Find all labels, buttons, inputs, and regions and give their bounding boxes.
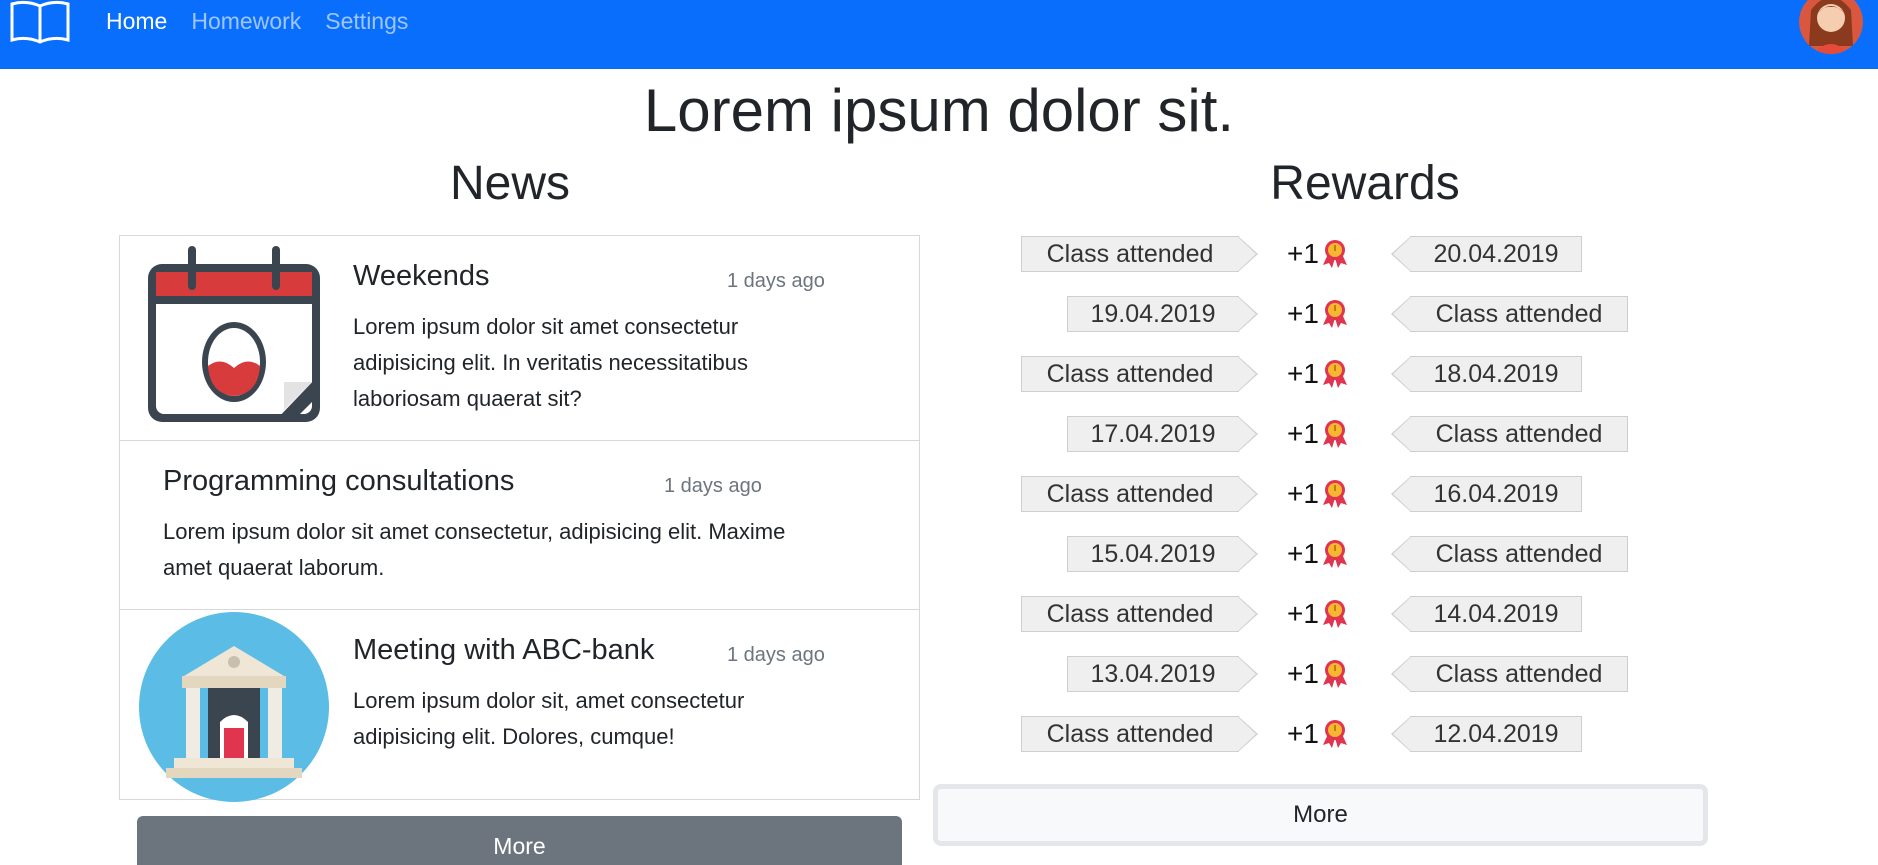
news-heading: News	[449, 157, 571, 210]
bank-icon	[138, 612, 330, 807]
reward-row: 19.04.2019 +1 Class attended	[1010, 294, 1730, 336]
reward-reason: Class attended	[1391, 536, 1628, 572]
reward-reason: Class attended	[1021, 476, 1258, 512]
medal-icon	[1323, 300, 1347, 328]
reward-points: +1	[1287, 538, 1319, 569]
news-item-text: Lorem ipsum dolor sit amet consectetur, …	[163, 519, 786, 580]
reward-row: 13.04.2019 +1 Class attended	[1010, 654, 1730, 696]
reward-points: +1	[1287, 358, 1319, 389]
reward-date: 16.04.2019	[1391, 476, 1582, 512]
nav-homework[interactable]: Homework	[191, 8, 301, 35]
reward-points: +1	[1287, 718, 1319, 749]
medal-icon	[1323, 480, 1347, 508]
reward-row: Class attended +1 14.04.2019	[1010, 594, 1730, 636]
reward-points: +1	[1287, 238, 1319, 269]
reward-reason: Class attended	[1391, 656, 1628, 692]
reward-date: 13.04.2019	[1067, 656, 1258, 692]
medal-icon	[1323, 660, 1347, 688]
news-item-time: 1 days ago	[664, 475, 762, 497]
reward-date: 12.04.2019	[1391, 716, 1582, 752]
rewards-more-button[interactable]: More	[933, 784, 1708, 846]
reward-date: 17.04.2019	[1067, 416, 1258, 452]
reward-date: 19.04.2019	[1067, 296, 1258, 332]
reward-date: 18.04.2019	[1391, 356, 1582, 392]
medal-icon	[1323, 720, 1347, 748]
reward-row: Class attended +1 16.04.2019	[1010, 474, 1730, 516]
medal-icon	[1323, 600, 1347, 628]
reward-points: +1	[1287, 658, 1319, 689]
reward-date: 20.04.2019	[1391, 236, 1582, 272]
reward-reason: Class attended	[1391, 296, 1628, 332]
reward-points: +1	[1287, 298, 1319, 329]
navbar: Home Homework Settings	[0, 0, 1878, 69]
news-item[interactable]: Programming consultations 1 days ago Lor…	[119, 440, 920, 610]
news-item-text: Lorem ipsum dolor sit, amet consectetur …	[353, 688, 745, 749]
news-item-title: Meeting with ABC-bank	[353, 634, 655, 666]
news-item-time: 1 days ago	[727, 270, 825, 292]
reward-reason: Class attended	[1021, 356, 1258, 392]
reward-date: 14.04.2019	[1391, 596, 1582, 632]
news-list: Weekends 1 days ago Lorem ipsum dolor si…	[119, 235, 920, 802]
news-item-title: Weekends	[353, 260, 490, 292]
reward-reason: Class attended	[1021, 236, 1258, 272]
reward-reason: Class attended	[1021, 716, 1258, 752]
reward-points: +1	[1287, 598, 1319, 629]
news-item[interactable]: Meeting with ABC-bank 1 days ago Lorem i…	[119, 609, 920, 802]
news-more-button[interactable]: More	[137, 816, 902, 865]
reward-date: 15.04.2019	[1067, 536, 1258, 572]
calendar-egg-icon	[144, 244, 324, 429]
medal-icon	[1323, 540, 1347, 568]
page-title: Lorem ipsum dolor sit.	[643, 77, 1235, 144]
news-item-title: Programming consultations	[163, 465, 515, 497]
reward-row: 15.04.2019 +1 Class attended	[1010, 534, 1730, 576]
news-item[interactable]: Weekends 1 days ago Lorem ipsum dolor si…	[119, 235, 920, 441]
rewards-heading: Rewards	[1270, 157, 1460, 210]
book-icon[interactable]	[8, 0, 72, 46]
reward-reason: Class attended	[1391, 416, 1628, 452]
nav-settings[interactable]: Settings	[325, 8, 408, 35]
reward-points: +1	[1287, 418, 1319, 449]
reward-row: 17.04.2019 +1 Class attended	[1010, 414, 1730, 456]
reward-row: Class attended +1 18.04.2019	[1010, 354, 1730, 396]
user-avatar-icon[interactable]	[1799, 0, 1863, 54]
reward-row: Class attended +1 20.04.2019	[1010, 234, 1730, 276]
news-item-time: 1 days ago	[727, 644, 825, 666]
medal-icon	[1323, 240, 1347, 268]
reward-row: Class attended +1 12.04.2019	[1010, 714, 1730, 756]
medal-icon	[1323, 360, 1347, 388]
nav-links: Home Homework Settings	[106, 8, 408, 35]
medal-icon	[1323, 420, 1347, 448]
reward-points: +1	[1287, 478, 1319, 509]
news-item-text: Lorem ipsum dolor sit amet consectetur a…	[353, 314, 748, 411]
nav-home[interactable]: Home	[106, 8, 167, 35]
reward-reason: Class attended	[1021, 596, 1258, 632]
